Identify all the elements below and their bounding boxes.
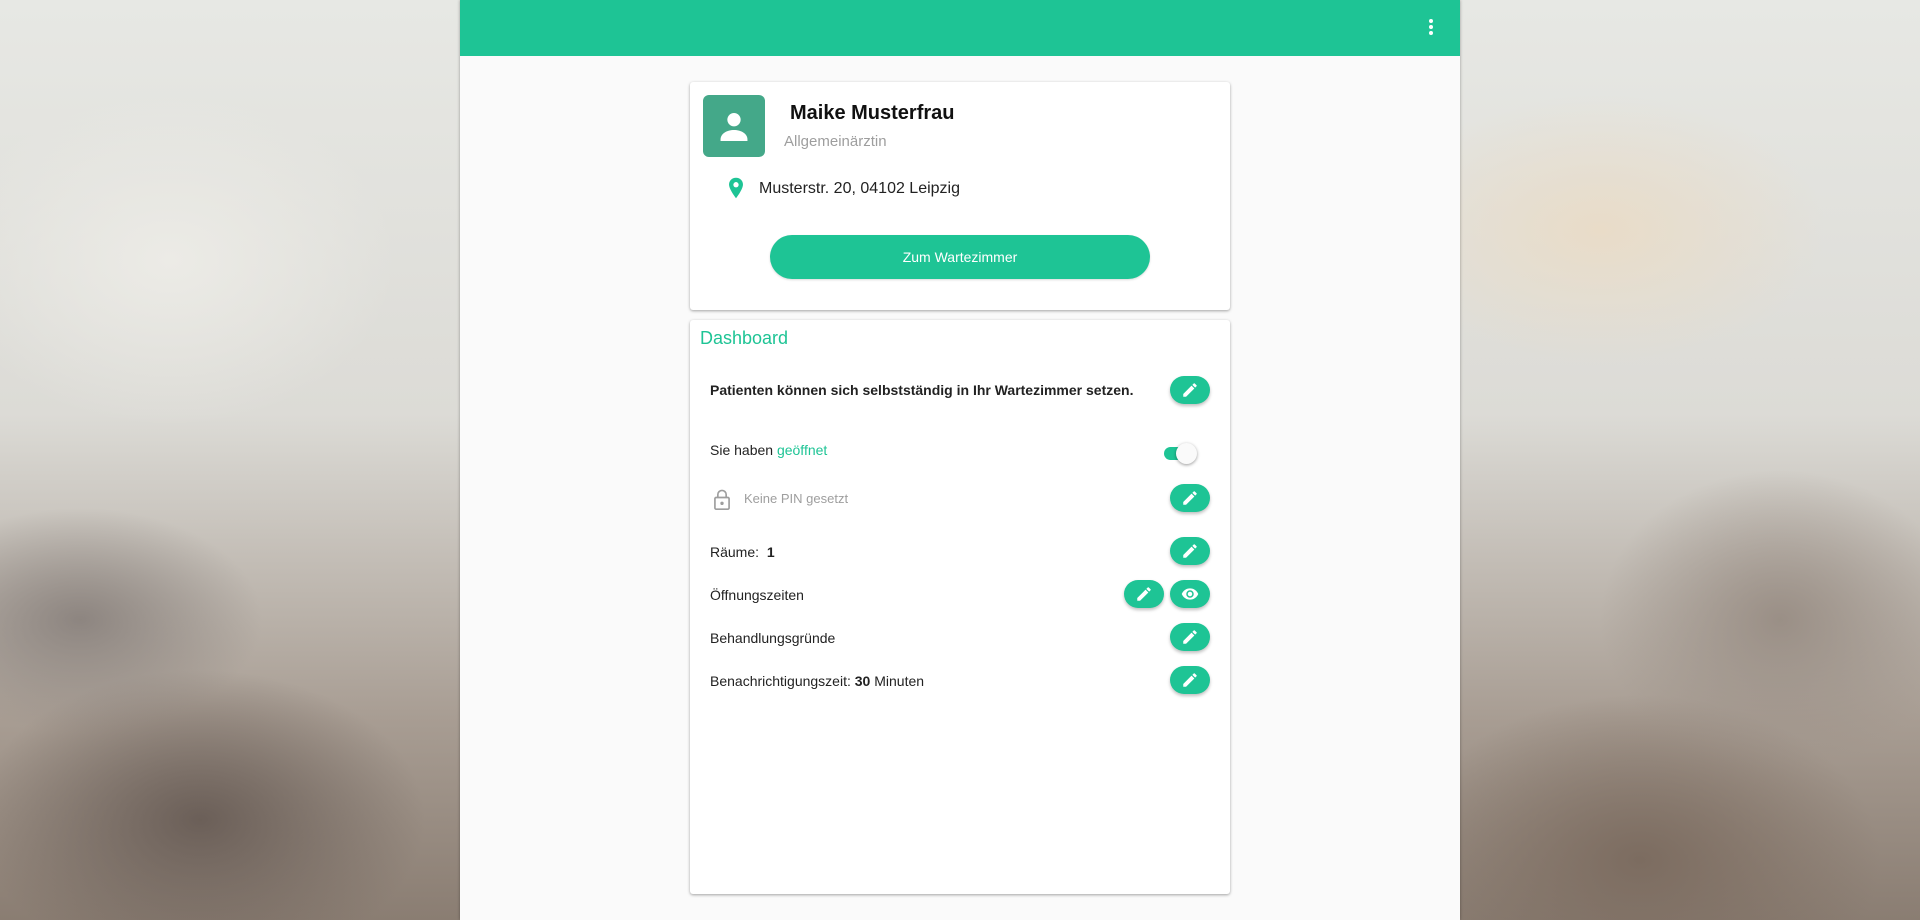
pencil-icon [1183, 544, 1197, 558]
rooms-label: Räume: [710, 544, 760, 560]
status-prefix: Sie haben [710, 442, 777, 458]
pencil-icon [1183, 630, 1197, 644]
pencil-icon [1183, 383, 1197, 397]
rooms-value: 1 [766, 544, 775, 560]
doctor-name: Maike Musterfrau [790, 102, 955, 124]
avatar [703, 95, 765, 157]
treatment-reasons-label: Behandlungsgründe [710, 630, 836, 646]
view-opening-hours-button[interactable] [1170, 580, 1210, 608]
dashboard-card: Dashboard Patienten können sich selbstst… [690, 320, 1230, 894]
eye-icon [1181, 588, 1199, 600]
waiting-room-button[interactable]: Zum Wartezimmer [770, 235, 1150, 279]
self-checkin-text: Patienten können sich selbstständig in I… [710, 382, 1134, 398]
edit-pin-button[interactable] [1170, 484, 1210, 512]
edit-notification-time-button[interactable] [1170, 666, 1210, 694]
lock-icon [714, 489, 730, 510]
notification-time-label: Benachrichtigungszeit: [710, 673, 851, 689]
edit-self-checkin-button[interactable] [1170, 376, 1210, 404]
pin-status: Keine PIN gesetzt [744, 491, 849, 506]
profile-card: Maike Musterfrau Allgemeinärztin Musters… [690, 82, 1230, 310]
opening-hours-label: Öffnungszeiten [710, 587, 804, 603]
status-value: geöffnet [776, 442, 828, 458]
edit-opening-hours-button[interactable] [1124, 580, 1164, 608]
rooms-line: Räume: 1 [710, 544, 775, 560]
dashboard-title: Dashboard [700, 328, 789, 348]
pencil-icon [1183, 673, 1197, 687]
edit-rooms-button[interactable] [1170, 537, 1210, 565]
doctor-title: Allgemeinärztin [784, 133, 887, 150]
edit-treatment-reasons-button[interactable] [1170, 623, 1210, 651]
status-line: Sie haben geöffnet [710, 442, 827, 458]
notification-time-value: 30 [854, 673, 871, 689]
notification-time-unit: Minuten [874, 673, 925, 689]
top-app-bar [460, 0, 1460, 56]
app-container: Maike Musterfrau Allgemeinärztin Musters… [460, 0, 1460, 920]
pencil-icon [1137, 587, 1151, 601]
pencil-icon [1183, 491, 1197, 505]
address: Musterstr. 20, 04102 Leipzig [759, 180, 961, 197]
more-vert-icon[interactable] [1428, 19, 1434, 37]
open-status-toggle[interactable] [1162, 442, 1198, 464]
toggle-knob [1176, 443, 1197, 464]
person-icon [720, 113, 748, 142]
map-pin-icon [729, 177, 743, 199]
notification-time-line: Benachrichtigungszeit: 30 Minuten [710, 673, 924, 689]
